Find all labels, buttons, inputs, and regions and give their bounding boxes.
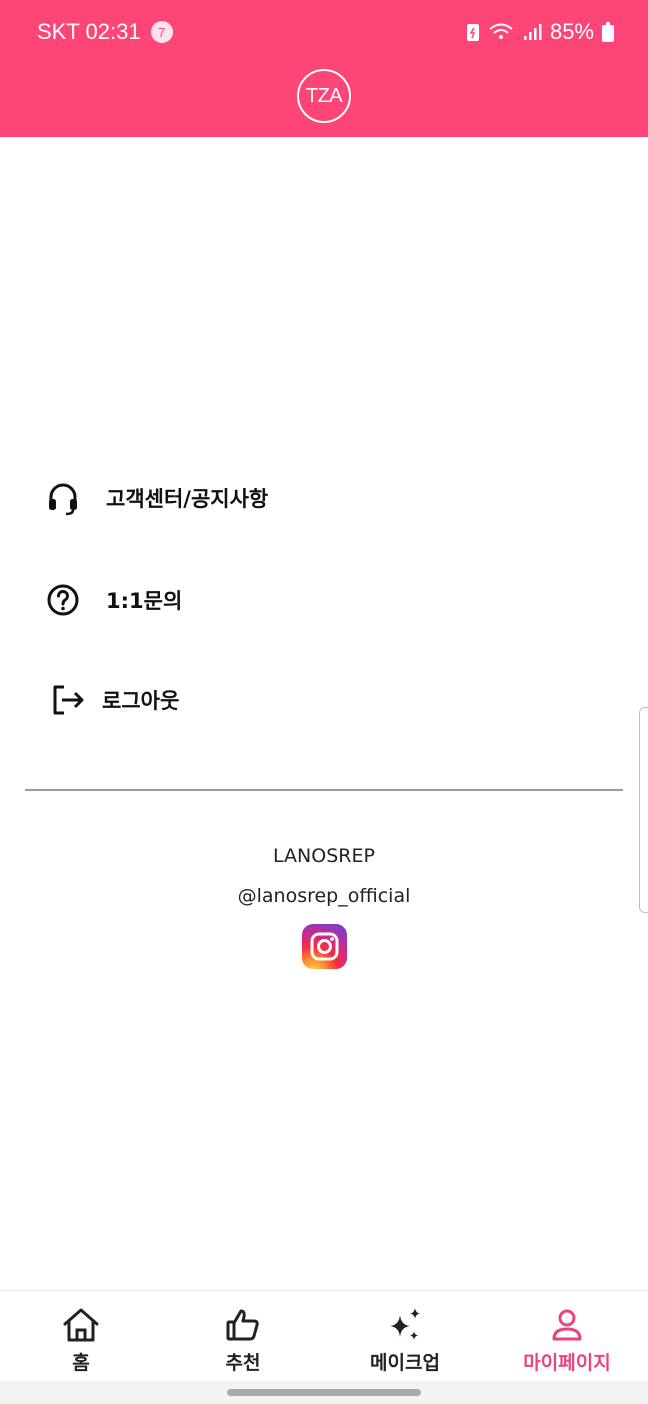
status-bar: SKT 02:31 7 85%	[0, 0, 648, 64]
nav-label: 메이크업	[370, 1352, 440, 1374]
divider	[25, 789, 623, 791]
instagram-icon[interactable]	[302, 924, 347, 969]
question-circle-icon	[47, 584, 79, 616]
battery-percent: 85%	[549, 19, 594, 44]
menu-item-inquiry[interactable]: 1:1문의	[0, 564, 648, 636]
bottom-navigation: 홈 추천 메이크업 마이페이지	[0, 1290, 648, 1382]
menu-item-label: 1:1문의	[106, 589, 183, 613]
nav-label: 마이페이지	[523, 1352, 611, 1374]
notification-count-badge: 7	[150, 21, 173, 43]
brand-name: LANOSREP	[273, 845, 375, 867]
nav-recommend[interactable]: 추천	[162, 1291, 324, 1382]
menu-item-label: 고객센터/공지사항	[106, 487, 269, 511]
battery-icon	[602, 22, 614, 42]
home-indicator[interactable]	[227, 1389, 421, 1396]
app-header: SKT 02:31 7 85% TZA	[0, 0, 648, 137]
headset-icon	[49, 483, 77, 516]
edge-panel-handle[interactable]	[639, 707, 648, 913]
nav-makeup[interactable]: 메이크업	[324, 1291, 486, 1382]
menu-item-logout[interactable]: 로그아웃	[0, 664, 648, 736]
user-icon	[552, 1309, 582, 1341]
menu-item-customer-center[interactable]: 고객센터/공지사항	[0, 462, 648, 534]
nav-label: 홈	[72, 1352, 90, 1374]
home-icon	[63, 1308, 99, 1342]
system-navigation-bar	[0, 1381, 648, 1404]
logout-icon	[53, 685, 84, 715]
nav-home[interactable]: 홈	[0, 1291, 162, 1382]
menu-item-label: 로그아웃	[102, 689, 180, 713]
carrier-time: SKT 02:31	[37, 19, 141, 44]
nav-label: 추천	[225, 1352, 261, 1374]
app-logo[interactable]: TZA	[297, 69, 351, 123]
signal-icon	[523, 24, 542, 40]
battery-saver-icon	[466, 24, 479, 41]
thumbs-up-icon	[226, 1309, 259, 1341]
nav-mypage[interactable]: 마이페이지	[486, 1291, 648, 1382]
sparkles-icon	[390, 1308, 420, 1340]
instagram-handle: @lanosrep_official	[237, 885, 411, 907]
wifi-icon	[489, 23, 513, 39]
